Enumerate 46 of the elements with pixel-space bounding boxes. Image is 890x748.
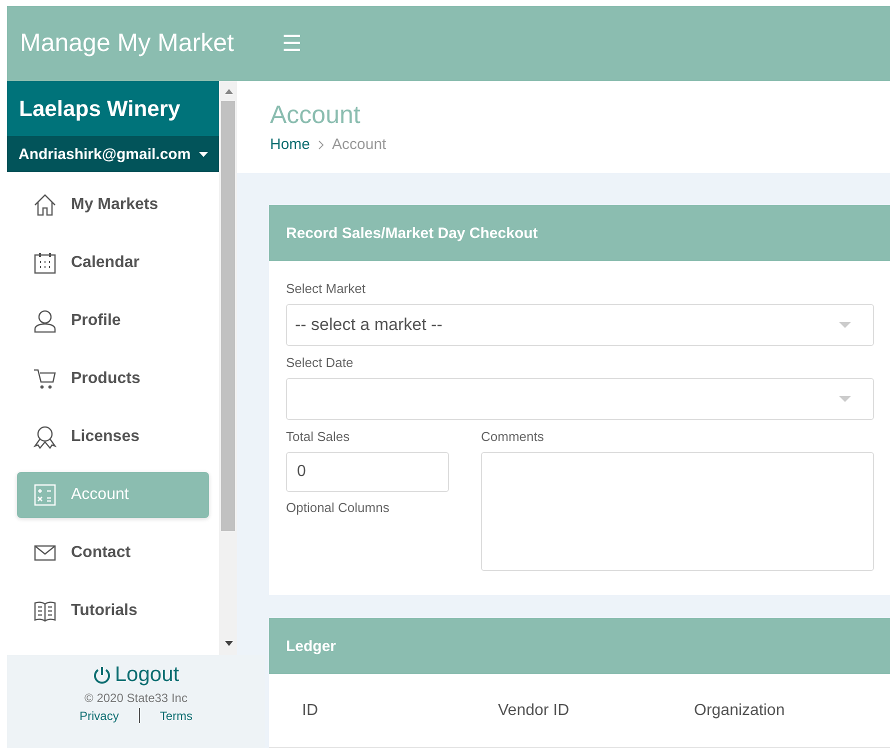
- page-title: Account: [270, 101, 362, 130]
- organization-name: Laelaps Winery: [7, 81, 220, 136]
- dropdown-arrow-icon: [839, 396, 851, 402]
- calculator-icon: [33, 483, 57, 507]
- dropdown-arrow-icon: [839, 322, 851, 328]
- nav-item[interactable]: Tutorials: [17, 588, 210, 634]
- nav-item[interactable]: Licenses: [17, 414, 210, 460]
- calendar-icon: [33, 251, 57, 275]
- breadcrumb-current: Account: [332, 136, 386, 153]
- cart-icon: [33, 367, 57, 391]
- copyright-text: © 2020 State33 Inc: [84, 691, 188, 705]
- house-icon: [33, 193, 57, 217]
- column-header: Organization: [694, 702, 786, 720]
- nav-item[interactable]: My Markets: [17, 182, 210, 228]
- date-select[interactable]: [286, 378, 874, 420]
- nav-item[interactable]: Contact: [17, 530, 210, 576]
- comments-field[interactable]: [481, 452, 874, 571]
- logout-link[interactable]: Logout: [92, 663, 180, 687]
- field-label: Optional Columns: [286, 500, 390, 515]
- power-icon: [92, 666, 111, 684]
- chevron-icon: [318, 140, 324, 150]
- terms-link[interactable]: Terms: [160, 708, 192, 722]
- caret-icon: [198, 152, 208, 156]
- nav-item[interactable]: Profile: [17, 298, 210, 344]
- card-title: Ledger: [286, 638, 336, 654]
- scroll-down-icon[interactable]: [225, 641, 234, 646]
- scroll-up-icon[interactable]: [225, 89, 234, 94]
- card-title: Record Sales/Market Day Checkout: [286, 224, 538, 242]
- field-label: Comments: [481, 429, 545, 444]
- book-icon: [33, 599, 57, 623]
- ribbon-icon: [33, 425, 57, 449]
- nav-item[interactable]: Calendar: [17, 240, 210, 286]
- column-header: Vendor ID: [498, 702, 570, 720]
- column-header: ID: [302, 702, 319, 720]
- total-sales-field[interactable]: 0: [286, 452, 449, 492]
- privacy-link[interactable]: Privacy: [79, 708, 119, 722]
- field-label: Select Date: [286, 355, 354, 370]
- field-label: Select Market: [286, 281, 366, 296]
- breadcrumb-link[interactable]: Home: [270, 136, 310, 153]
- person-icon: [33, 309, 57, 333]
- nav-item[interactable]: Products: [17, 356, 210, 402]
- account-dropdown[interactable]: Andriashirk@gmail.com: [7, 136, 220, 172]
- app-title: Manage My Market: [20, 29, 235, 58]
- field-label: Total Sales: [286, 429, 351, 444]
- scroll-thumb[interactable]: [221, 101, 235, 531]
- market-select[interactable]: -- select a market --: [286, 304, 874, 346]
